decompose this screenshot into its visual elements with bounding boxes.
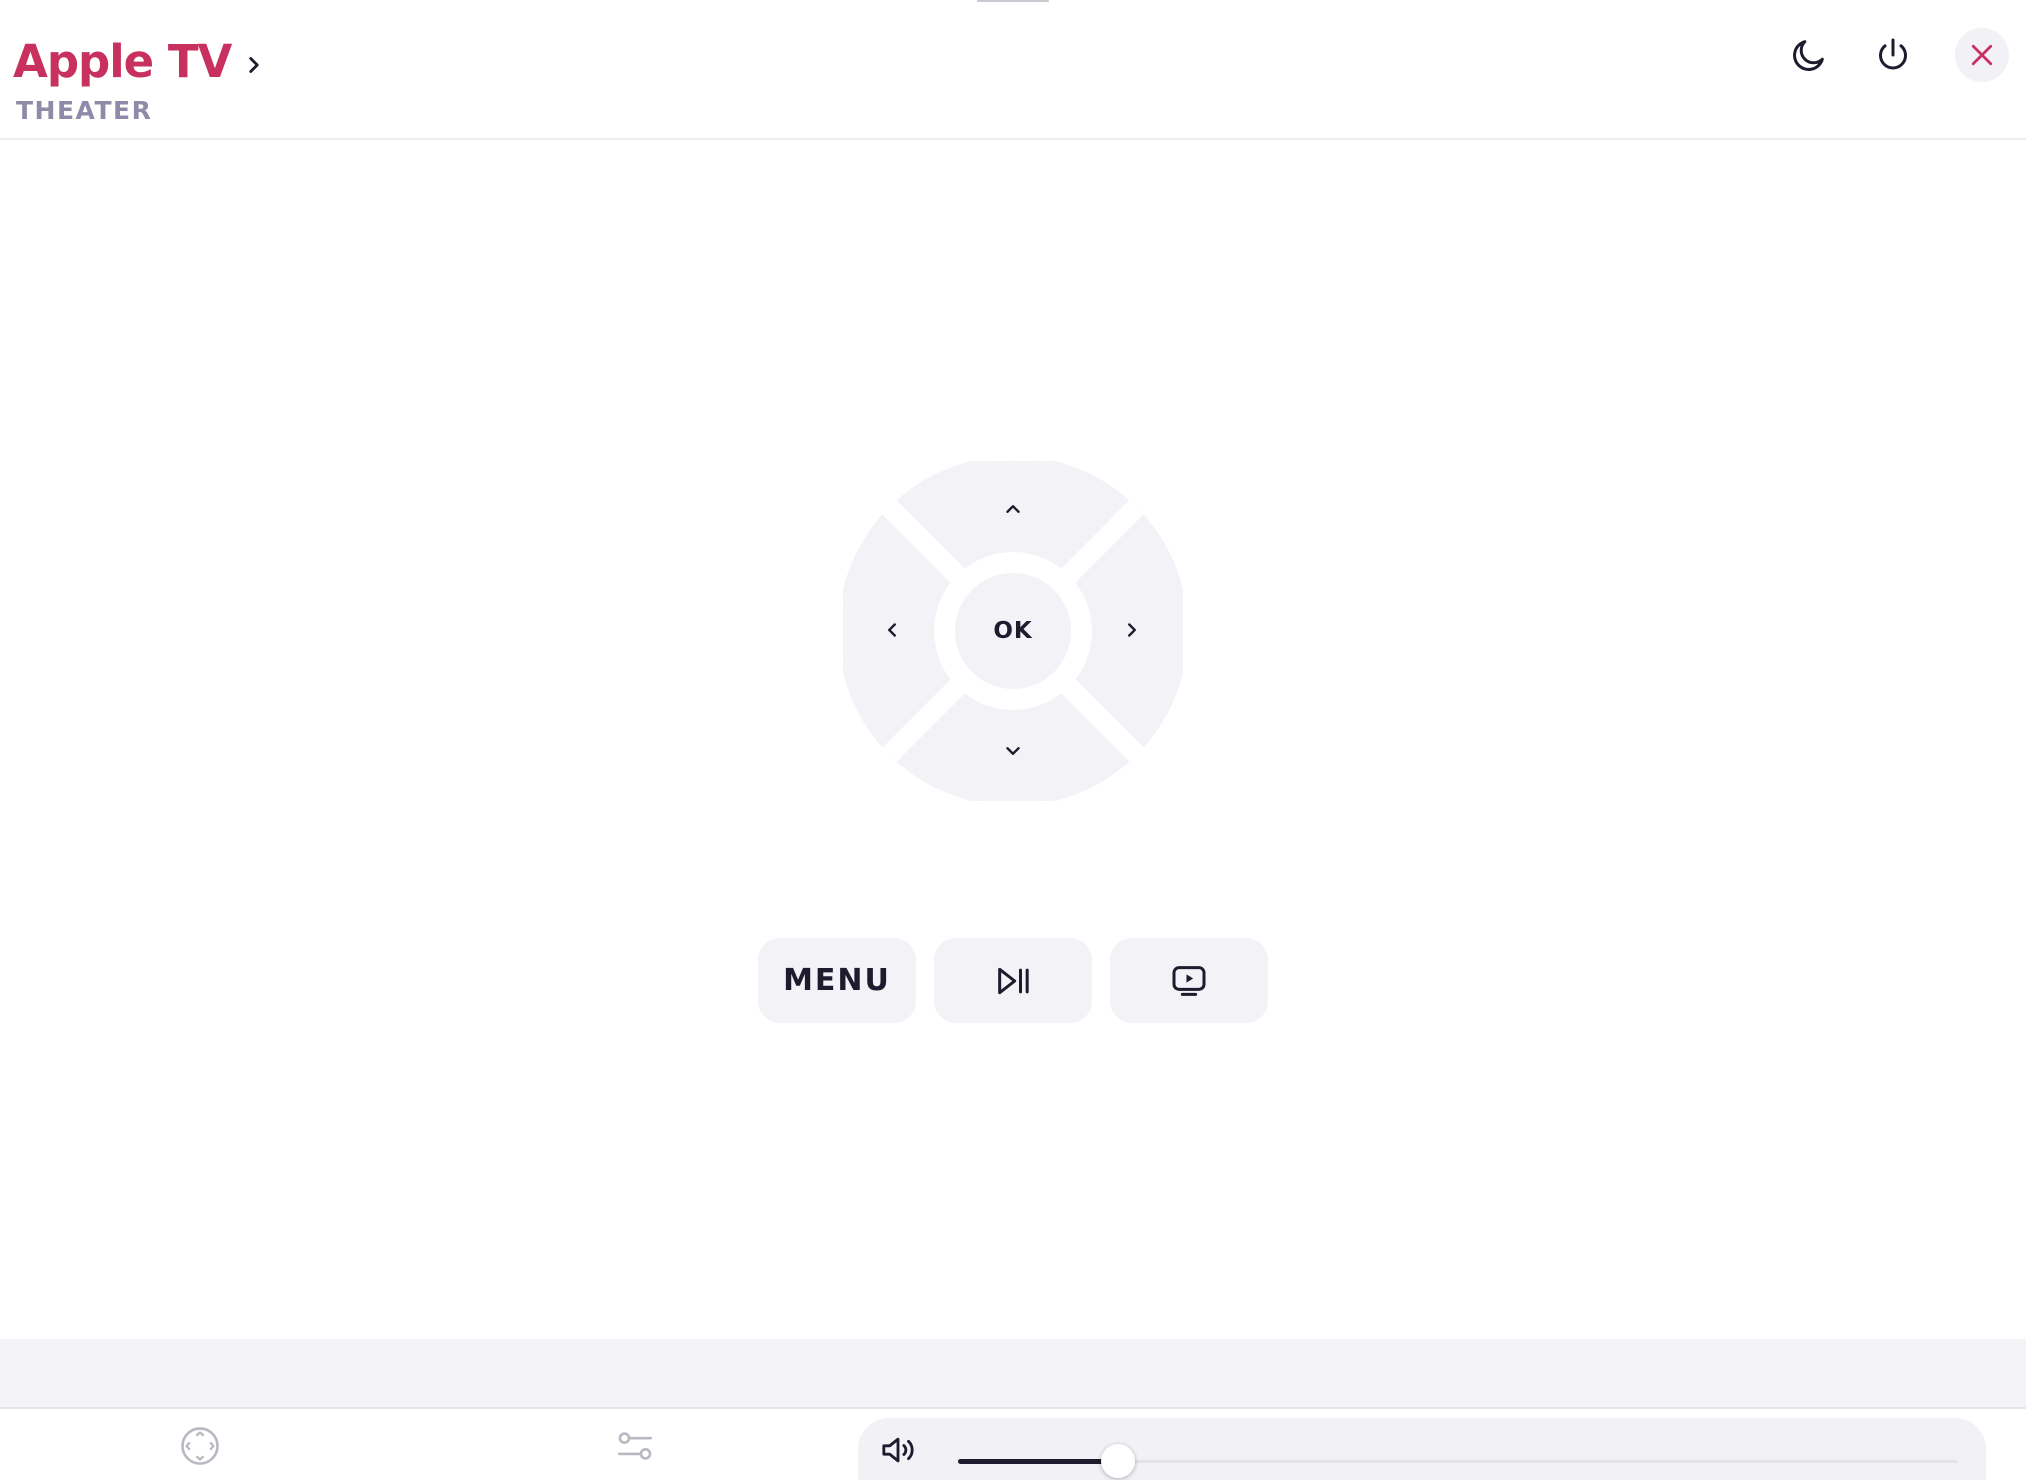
power-icon [1879, 38, 1907, 70]
ok-button[interactable] [955, 573, 1071, 689]
volume-slider[interactable] [958, 1444, 1958, 1478]
room-label: THEATER [16, 96, 153, 125]
mute-button[interactable] [878, 1430, 918, 1470]
play-pause-button[interactable] [934, 938, 1092, 1023]
menu-label: MENU [783, 963, 891, 998]
directional-pad: OK [837, 455, 1189, 807]
chevron-right-icon [249, 57, 260, 73]
volume-fill [958, 1459, 1118, 1464]
menu-button[interactable]: MENU [758, 938, 916, 1023]
volume-thumb[interactable] [1101, 1444, 1135, 1478]
sliders-icon [617, 1432, 653, 1460]
dpad-icon [181, 1427, 219, 1465]
close-button[interactable] [1955, 28, 2009, 82]
bottom-bar [0, 1410, 2026, 1480]
device-title: Apple TV [13, 35, 232, 88]
volume-control [858, 1418, 1986, 1480]
settings-tab-button[interactable] [613, 1424, 657, 1468]
remote-tab-button[interactable] [178, 1424, 222, 1468]
volume-icon [882, 1437, 914, 1463]
close-icon [1971, 44, 1993, 66]
bottom-separator-band [0, 1339, 2026, 1409]
media-controls: MENU [758, 938, 1268, 1023]
tv-button[interactable] [1110, 938, 1268, 1023]
device-title-link[interactable]: Apple TV [13, 34, 267, 90]
power-button[interactable] [1866, 28, 1920, 82]
play-pause-icon [998, 967, 1029, 994]
moon-icon [1793, 40, 1824, 71]
tv-icon [1172, 965, 1206, 996]
sleep-button[interactable] [1782, 28, 1836, 82]
header: Apple TV THEATER [0, 0, 2026, 140]
